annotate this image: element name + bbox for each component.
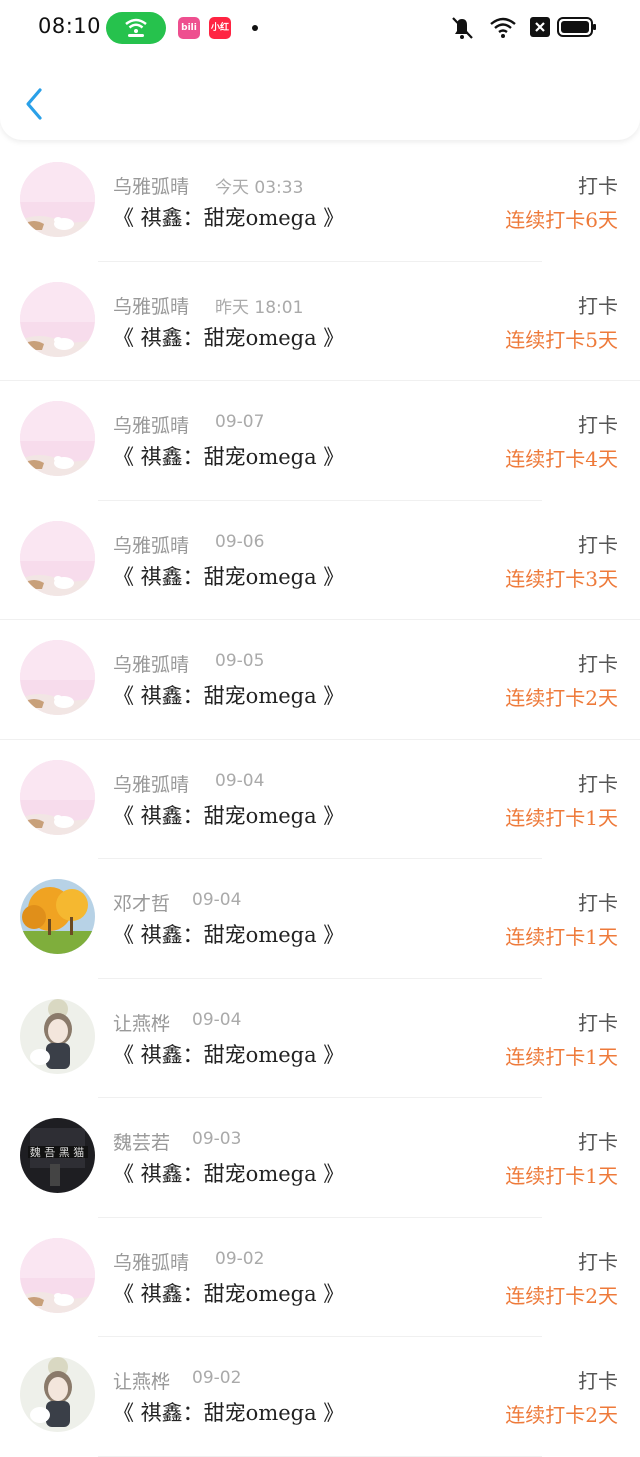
status-time: 08:10 [38, 14, 102, 38]
avatar[interactable] [20, 281, 95, 357]
avatar[interactable]: 魏 吾 黑 猫 [20, 1118, 95, 1193]
checkin-date: 09-05 [215, 651, 265, 671]
wifi-icon [125, 18, 147, 37]
list-item[interactable]: 乌雅弧晴 09-04 《 祺鑫：甜宠omega 》 打卡连续打卡1天 [0, 740, 640, 859]
notification-dot [252, 25, 258, 31]
checkin-date: 09-02 [215, 1248, 265, 1269]
checkin-label: 打卡 [578, 1369, 618, 1393]
status-bar: 08:10 bili 小红书 [0, 0, 640, 56]
avatar[interactable] [20, 162, 95, 237]
book-title[interactable]: 《 祺鑫：甜宠omega 》 [113, 800, 344, 830]
streak-label: 连续打卡3天 [505, 566, 618, 591]
row-divider [98, 1455, 542, 1457]
streak-label: 连续打卡1天 [505, 925, 618, 949]
list-item[interactable]: 让燕桦 09-02 《 祺鑫：甜宠omega 》 打卡连续打卡2天 [0, 1337, 640, 1457]
checkin-date: 09-04 [192, 890, 242, 910]
wifi-signal-icon [490, 17, 516, 38]
streak-label: 连续打卡2天 [505, 1403, 618, 1427]
user-name[interactable]: 乌雅弧晴 [113, 1248, 189, 1275]
streak-label: 连续打卡2天 [505, 1283, 618, 1308]
bilibili-app-icon: bili [178, 17, 200, 39]
streak-label: 连续打卡1天 [505, 1044, 618, 1069]
checkin-label: 打卡 [578, 891, 618, 915]
book-title[interactable]: 《 祺鑫：甜宠omega 》 [113, 1397, 344, 1427]
streak-label: 连续打卡4天 [505, 447, 618, 471]
no-sim-icon [530, 17, 550, 37]
checkin-date: 09-07 [215, 412, 265, 432]
list-item[interactable]: 乌雅弧晴 昨天 18:01 《 祺鑫：甜宠omega 》 打卡连续打卡5天 [0, 262, 640, 381]
checkin-label: 打卡 [578, 652, 618, 676]
list-item[interactable]: 魏 吾 黑 猫 魏芸若 09-03 《 祺鑫：甜宠omega 》 打卡连续打卡1天 [0, 1098, 640, 1218]
mute-icon [452, 17, 473, 39]
list-item[interactable]: 乌雅弧晴 09-02 《 祺鑫：甜宠omega 》 打卡连续打卡2天 [0, 1218, 640, 1337]
checkin-label: 打卡 [578, 413, 618, 437]
checkin-label: 打卡 [578, 532, 618, 557]
list-item[interactable]: 乌雅弧晴 09-05 《 祺鑫：甜宠omega 》 打卡连续打卡2天 [0, 620, 640, 740]
checkin-date: 09-04 [215, 770, 265, 791]
checkin-date: 09-02 [192, 1368, 242, 1388]
book-title[interactable]: 《 祺鑫：甜宠omega 》 [113, 441, 344, 471]
list-item[interactable]: 让燕桦 09-04 《 祺鑫：甜宠omega 》 打卡连续打卡1天 [0, 979, 640, 1098]
xiaohongshu-app-icon: 小红书 [209, 17, 231, 55]
user-name[interactable]: 乌雅弧晴 [113, 292, 189, 319]
avatar[interactable] [20, 1357, 95, 1432]
list-item[interactable]: 乌雅弧晴 09-07 《 祺鑫：甜宠omega 》 打卡连续打卡4天 [0, 381, 640, 501]
avatar[interactable] [20, 998, 95, 1074]
list-item[interactable]: 邓才哲 09-04 《 祺鑫：甜宠omega 》 打卡连续打卡1天 [0, 859, 640, 979]
battery-icon [557, 17, 596, 37]
checkin-label: 打卡 [578, 293, 618, 318]
user-name[interactable]: 邓才哲 [113, 889, 170, 916]
book-title[interactable]: 《 祺鑫：甜宠omega 》 [113, 202, 344, 232]
checkin-label: 打卡 [578, 1249, 618, 1274]
checkin-label: 打卡 [578, 1130, 618, 1154]
streak-label: 连续打卡2天 [505, 686, 618, 710]
user-name[interactable]: 乌雅弧晴 [113, 770, 189, 797]
list-item[interactable]: 乌雅弧晴 09-06 《 祺鑫：甜宠omega 》 打卡连续打卡3天 [0, 501, 640, 620]
book-title[interactable]: 《 祺鑫：甜宠omega 》 [113, 1039, 344, 1069]
user-name[interactable]: 乌雅弧晴 [113, 411, 189, 438]
svg-text:魏 吾 黑 猫: 魏 吾 黑 猫 [30, 1145, 85, 1159]
checkin-label: 打卡 [578, 771, 618, 796]
streak-label: 连续打卡6天 [505, 208, 618, 232]
checkin-list: 乌雅弧晴 今天 03:33 《 祺鑫：甜宠omega 》打卡 连续打卡6天 乌雅弧晴 昨天… [0, 142, 640, 1457]
book-title[interactable]: 《 祺鑫：甜宠omega 》 [113, 1278, 344, 1308]
chevron-left-icon[interactable] [20, 84, 52, 124]
avatar[interactable] [20, 879, 95, 954]
user-name[interactable]: 让燕桦 [113, 1367, 170, 1394]
streak-label: 连续打卡5天 [505, 327, 618, 352]
checkin-date: 昨天 18:01 [215, 297, 304, 318]
book-title[interactable]: 《 祺鑫：甜宠omega 》 [113, 561, 344, 591]
user-name[interactable]: 乌雅弧晴 [113, 531, 189, 558]
user-name[interactable]: 乌雅弧晴 [113, 650, 189, 677]
streak-label: 连续打卡1天 [505, 1164, 618, 1188]
book-title[interactable]: 《 祺鑫：甜宠omega 》 [113, 322, 344, 352]
checkin-label: 打卡 [578, 1010, 618, 1035]
checkin-date: 09-06 [215, 531, 265, 552]
book-title[interactable]: 《 祺鑫：甜宠omega 》 [113, 1158, 344, 1188]
user-name[interactable]: 乌雅弧晴 [113, 172, 189, 199]
checkin-date: 今天 03:33 [215, 178, 304, 198]
book-title[interactable]: 《 祺鑫：甜宠omega 》 [113, 919, 344, 949]
avatar[interactable] [20, 401, 95, 476]
nav-header [0, 56, 640, 140]
book-title[interactable]: 《 祺鑫：甜宠omega 》 [113, 680, 344, 710]
streak-label: 连续打卡1天 [505, 805, 618, 830]
user-name[interactable]: 让燕桦 [113, 1009, 170, 1036]
user-name[interactable]: 魏芸若 [113, 1128, 170, 1155]
avatar[interactable] [20, 520, 95, 596]
avatar[interactable] [20, 759, 95, 835]
system-icons [452, 17, 596, 39]
avatar[interactable] [20, 1237, 95, 1313]
avatar[interactable] [20, 640, 95, 715]
list-item[interactable]: 乌雅弧晴 今天 03:33 《 祺鑫：甜宠omega 》 打卡连续打卡6天 [0, 142, 640, 262]
checkin-label: 打卡 [578, 174, 618, 198]
checkin-date: 09-04 [192, 1009, 242, 1030]
hotspot-pill [106, 12, 166, 44]
checkin-date: 09-03 [192, 1129, 242, 1149]
